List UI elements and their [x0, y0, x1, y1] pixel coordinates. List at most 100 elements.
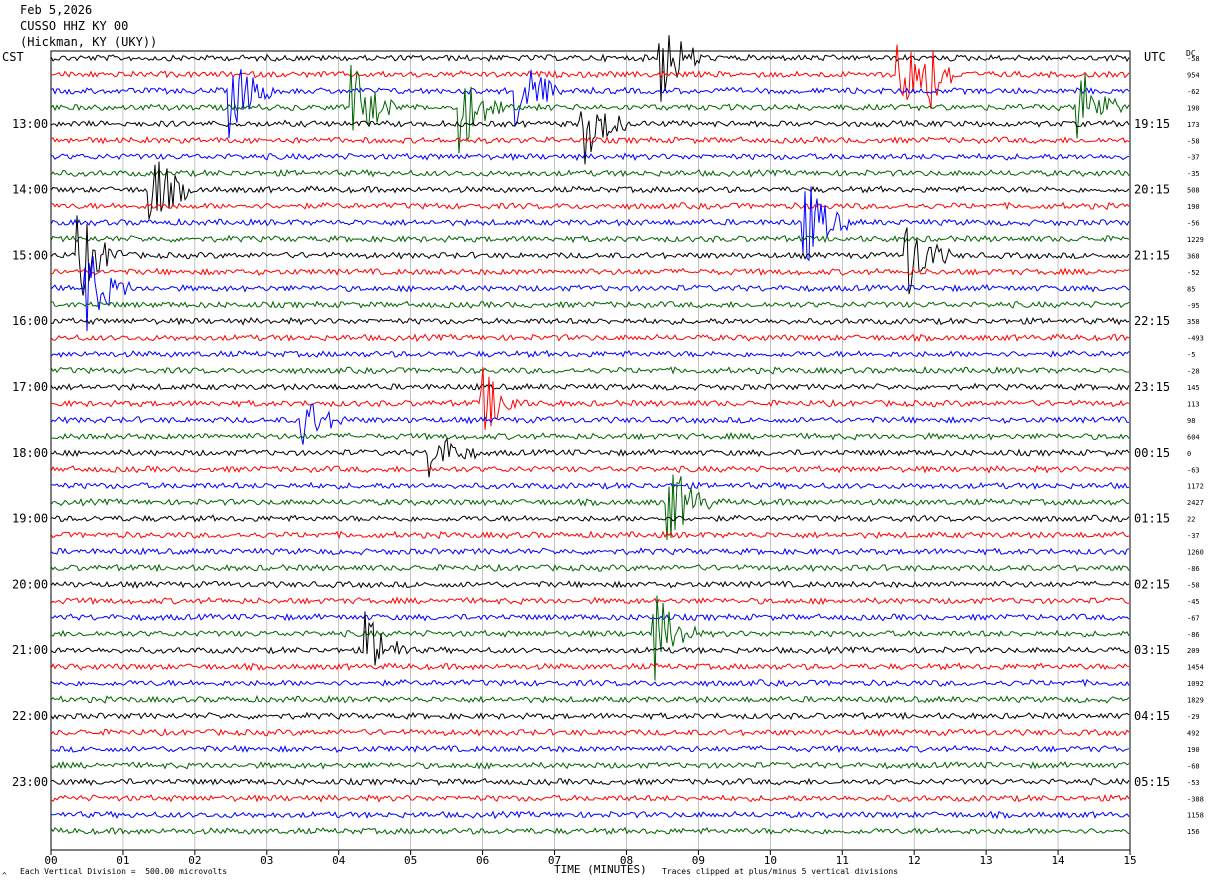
trace-row [51, 514, 1130, 523]
dc-offset-label: -29 [1187, 713, 1200, 721]
trace-row [51, 563, 1130, 573]
left-hour-label: 21:00 [12, 643, 48, 657]
left-hour-label: 20:00 [12, 577, 48, 591]
right-hour-label: 03:15 [1134, 643, 1170, 657]
trace-row [51, 474, 1130, 541]
dc-offset-label: 1229 [1187, 236, 1204, 244]
trace-row [51, 612, 1130, 622]
dc-offset-label: -52 [1187, 269, 1200, 277]
dc-offset-label: 604 [1187, 433, 1200, 441]
dc-offset-label: 1158 [1187, 812, 1204, 820]
trace-row [51, 596, 1129, 606]
trace-row [51, 161, 1130, 220]
dc-offset-label: 954 [1187, 71, 1200, 79]
dc-offset-label: -58 [1187, 137, 1200, 145]
dc-offset-label: 358 [1187, 318, 1200, 326]
left-hour-label: 13:00 [12, 117, 48, 131]
trace-row [51, 201, 1130, 211]
trace-row [51, 611, 1130, 666]
dc-offset-label: -67 [1187, 614, 1200, 622]
dc-offset-label: -95 [1187, 302, 1200, 310]
left-hour-label: 23:00 [12, 775, 48, 789]
trace-row [51, 44, 1130, 109]
trace-row [51, 367, 1130, 431]
trace-row [51, 267, 1130, 277]
x-tick-label: 15 [1123, 854, 1136, 867]
dc-offset-label: -68 [1187, 762, 1200, 770]
trace-row [51, 826, 1130, 836]
right-hour-label: 22:15 [1134, 314, 1170, 328]
trace-row [51, 333, 1130, 343]
dc-offset-label: -388 [1187, 795, 1204, 803]
left-hour-label: 16:00 [12, 314, 48, 328]
left-hour-label: 17:00 [12, 380, 48, 394]
dc-offset-label: -45 [1187, 598, 1200, 606]
dc-offset-label: 1092 [1187, 680, 1204, 688]
x-tick-label: 14 [1051, 854, 1065, 867]
dc-offset-label: 190 [1187, 746, 1200, 754]
trace-row [51, 365, 1130, 375]
dc-offset-label: -35 [1187, 170, 1200, 178]
dc-offset-label: -37 [1187, 154, 1200, 162]
trace-row [51, 300, 1130, 309]
x-tick-label: 12 [908, 854, 921, 867]
trace-row [51, 694, 1130, 704]
dc-offset-label: 190 [1187, 104, 1200, 112]
x-tick-label: 00 [44, 854, 57, 867]
dc-offset-label: 2427 [1187, 499, 1204, 507]
trace-row [51, 234, 1130, 244]
trace-row [51, 481, 1130, 491]
x-tick-label: 04 [332, 854, 346, 867]
trace-row [51, 316, 1130, 326]
right-hour-label: 23:15 [1134, 380, 1170, 394]
dc-offset-label: -37 [1187, 532, 1200, 540]
x-tick-label: 09 [692, 854, 705, 867]
dc-offset-label: -493 [1187, 335, 1204, 343]
right-hour-label: 19:15 [1134, 117, 1170, 131]
trace-row [51, 662, 1130, 672]
dc-offset-label: -86 [1187, 565, 1200, 573]
dc-offset-label: -56 [1187, 220, 1200, 228]
trace-row [51, 580, 1130, 589]
right-hour-label: 20:15 [1134, 183, 1170, 197]
x-tick-label: 10 [764, 854, 777, 867]
right-hour-label: 01:15 [1134, 512, 1170, 526]
left-hour-label: 22:00 [12, 709, 48, 723]
trace-row [51, 760, 1130, 770]
dc-offset-label: -58 [1187, 55, 1200, 63]
x-tick-label: 05 [404, 854, 417, 867]
dc-offset-label: 173 [1187, 121, 1200, 129]
left-hour-label: 18:00 [12, 446, 48, 460]
dc-offset-label: -58 [1187, 581, 1200, 589]
dc-offset-label: 113 [1187, 400, 1200, 408]
right-hour-label: 02:15 [1134, 577, 1170, 591]
dc-offset-label: -28 [1187, 368, 1200, 376]
dc-offset-label: 85 [1187, 285, 1195, 293]
right-hour-label: 05:15 [1134, 775, 1170, 789]
trace-row [51, 678, 1130, 688]
trace-row [51, 547, 1130, 556]
trace-row [51, 465, 1130, 474]
dc-offset-label: 190 [1187, 203, 1200, 211]
right-hour-label: 00:15 [1134, 446, 1170, 460]
dc-offset-label: -86 [1187, 631, 1200, 639]
x-tick-label: 02 [188, 854, 201, 867]
x-axis-title: TIME (MINUTES) [554, 863, 647, 876]
x-tick-label: 03 [260, 854, 273, 867]
x-tick-label: 06 [476, 854, 489, 867]
x-tick-label: 01 [116, 854, 129, 867]
dc-offset-label: 508 [1187, 187, 1200, 195]
left-hour-label: 14:00 [12, 183, 48, 197]
dc-offset-label: 145 [1187, 384, 1200, 392]
dc-offset-label: -63 [1187, 466, 1200, 474]
left-hour-label: 19:00 [12, 512, 48, 526]
dc-offset-label: 98 [1187, 417, 1195, 425]
dc-offset-label: -53 [1187, 779, 1200, 787]
trace-row [51, 777, 1130, 787]
right-hour-label: 04:15 [1134, 709, 1170, 723]
x-tick-label: 11 [836, 854, 849, 867]
trace-group [51, 35, 1130, 836]
dc-offset-label: 1260 [1187, 549, 1204, 557]
trace-row [51, 727, 1130, 737]
dc-offset-label: 1454 [1187, 664, 1204, 672]
